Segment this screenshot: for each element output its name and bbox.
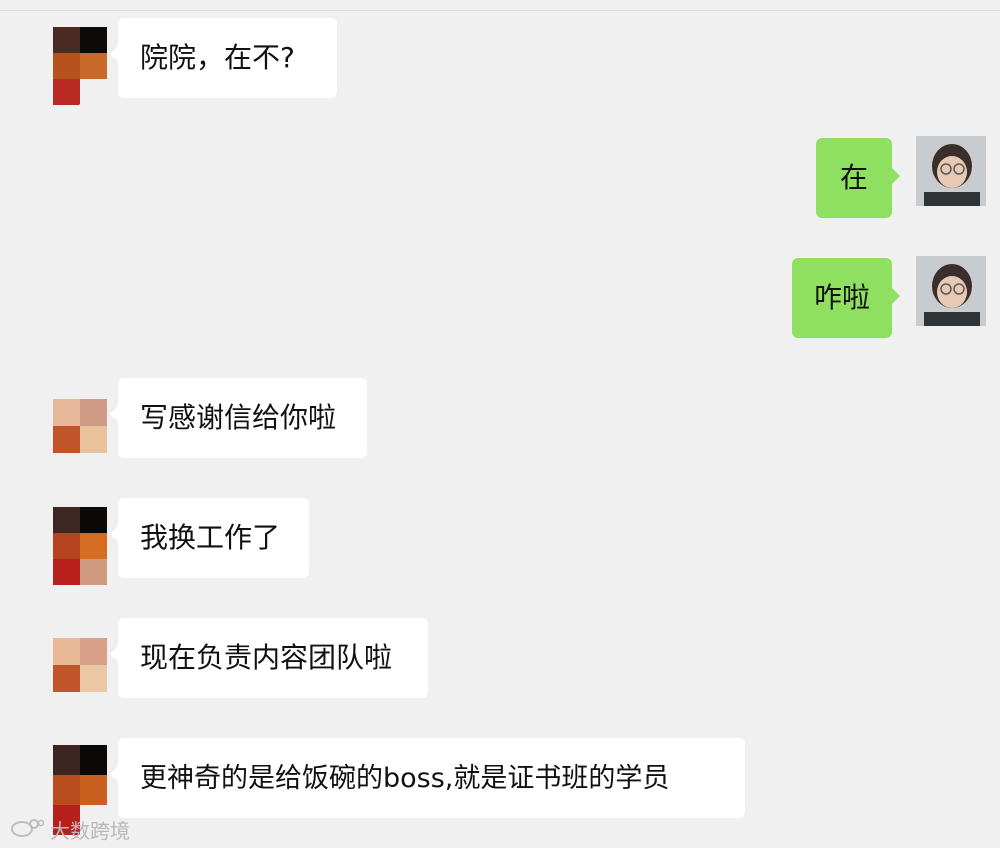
message-text: 在 <box>839 161 868 194</box>
child-photo-icon <box>916 136 986 206</box>
user-avatar[interactable] <box>916 256 986 326</box>
message-text: 现在负责内容团队啦 <box>140 641 393 674</box>
top-divider <box>0 10 1000 11</box>
message-bubble-incoming[interactable]: 现在负责内容团队啦 <box>110 618 428 698</box>
message-bubble-outgoing[interactable]: 咋啦 <box>792 258 900 338</box>
message-text: 更神奇的是给饭碗的boss,就是证书班的学员 <box>140 762 670 794</box>
message-text: 咋啦 <box>814 281 871 314</box>
message-bubble-incoming[interactable]: 写感谢信给你啦 <box>110 378 367 458</box>
contact-avatar-pixelated[interactable] <box>53 399 107 453</box>
message-text: 院院，在不? <box>140 41 295 74</box>
message-text: 写感谢信给你啦 <box>140 401 337 434</box>
child-photo-icon <box>916 256 986 326</box>
message-bubble-outgoing[interactable]: 在 <box>816 138 900 218</box>
contact-avatar-pixelated[interactable] <box>53 638 107 692</box>
user-avatar[interactable] <box>916 136 986 206</box>
watermark-text: 大数跨境 <box>50 819 130 843</box>
message-bubble-incoming[interactable]: 院院，在不? <box>110 18 337 98</box>
contact-avatar-pixelated[interactable] <box>53 27 107 105</box>
weibo-logo-icon <box>10 816 45 843</box>
contact-avatar-pixelated[interactable] <box>53 507 107 585</box>
watermark: 大数跨境 <box>10 815 130 844</box>
message-bubble-incoming[interactable]: 我换工作了 <box>110 498 309 578</box>
message-bubble-incoming[interactable]: 更神奇的是给饭碗的boss,就是证书班的学员 <box>110 738 745 818</box>
message-text: 我换工作了 <box>140 521 281 554</box>
